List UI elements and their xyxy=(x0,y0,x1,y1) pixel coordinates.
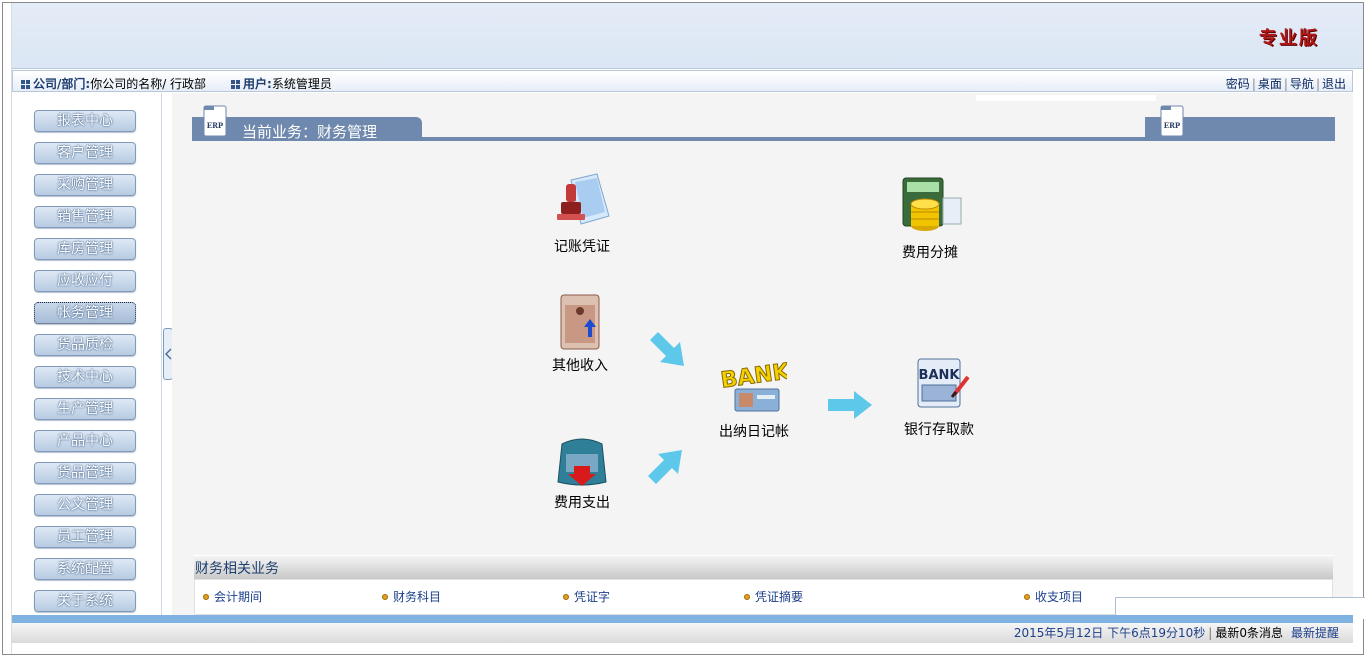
nav-link[interactable]: 导航 xyxy=(1290,77,1314,91)
sidebar-item-sales[interactable]: 销售管理 xyxy=(34,206,136,228)
left-edge xyxy=(3,3,12,654)
status-right: 2015年5月12日 下午6点19分10秒 | 最新0条消息 最新提醒 xyxy=(1014,624,1339,641)
sidebar-item-receivables[interactable]: 应收应付 xyxy=(34,270,136,292)
separator: | xyxy=(1251,77,1256,91)
company-value: 你公司的名称/ 行政部 xyxy=(90,77,207,91)
sidebar: 报表中心 客户管理 采购管理 销售管理 库房管理 应收应付 帐务管理 货品质检 … xyxy=(12,93,160,615)
sidebar-item-purchasing[interactable]: 采购管理 xyxy=(34,174,136,196)
main-panel xyxy=(172,93,1353,615)
sidebar-item-qc[interactable]: 货品质检 xyxy=(34,334,136,356)
related-header: 财务相关业务 xyxy=(194,555,1333,579)
separator: | xyxy=(1208,626,1213,640)
task-other-income[interactable]: 其他收入 xyxy=(547,293,613,375)
bullet-icon xyxy=(1024,594,1030,600)
latest-reminder-link[interactable]: 最新提醒 xyxy=(1291,626,1339,640)
company-label: 公司/部门: xyxy=(33,77,91,91)
sidebar-item-about[interactable]: 关于系统 xyxy=(34,590,136,612)
link-voucher-summary[interactable]: 凭证摘要 xyxy=(744,588,803,605)
status-messages[interactable]: 最新0条消息 xyxy=(1215,626,1283,640)
sidebar-item-staff[interactable]: 员工管理 xyxy=(34,526,136,548)
link-income-expense[interactable]: 收支项目 xyxy=(1024,588,1083,605)
arrow-up-right-icon xyxy=(648,450,682,484)
separator: | xyxy=(1315,77,1320,91)
task-voucher-label: 记账凭证 xyxy=(554,239,610,255)
page-title: 当前业务：财务管理 xyxy=(242,123,378,141)
money-bag-icon xyxy=(557,438,607,486)
bullet-icon xyxy=(382,594,388,600)
grid-icon xyxy=(231,80,240,89)
safe-box-icon xyxy=(560,294,600,350)
arrow-down-right-icon xyxy=(650,332,684,366)
task-voucher[interactable]: 记账凭证 xyxy=(548,172,616,256)
app-header: 专业版 xyxy=(12,3,1363,69)
coins-calculator-icon xyxy=(902,177,962,231)
task-expense-alloc-label: 费用分摊 xyxy=(902,245,958,261)
top-links: 密码 | 桌面 | 导航 | 退出 xyxy=(1226,75,1346,92)
link-finance-subjects[interactable]: 财务科目 xyxy=(382,588,441,605)
sidebar-item-accounts[interactable]: 帐务管理 xyxy=(34,302,136,324)
svg-text:ERP: ERP xyxy=(1164,121,1181,130)
erp-folder-icon: ERP xyxy=(1160,105,1184,137)
sidebar-item-documents[interactable]: 公文管理 xyxy=(34,494,136,516)
edition-logo: 专业版 xyxy=(1259,28,1319,49)
task-cash-journal-label: 出纳日记帐 xyxy=(719,424,789,440)
bullet-icon xyxy=(744,594,750,600)
password-link[interactable]: 密码 xyxy=(1226,77,1250,91)
sidebar-item-settings[interactable]: 系统配置 xyxy=(34,558,136,580)
task-expense-out[interactable]: 费用支出 xyxy=(548,432,616,512)
sidebar-item-warehouse[interactable]: 库房管理 xyxy=(34,238,136,260)
bullet-icon xyxy=(203,594,209,600)
related-title: 财务相关业务 xyxy=(195,561,279,577)
app-window: 专业版 公司/部门:你公司的名称/ 行政部 用户:系统管理员 密码 | 桌面 | 导航 |… xyxy=(0,0,1366,657)
chevron-left-icon xyxy=(165,348,172,360)
voucher-stamp-icon xyxy=(557,173,610,225)
bank-cash-icon: BANK xyxy=(719,359,793,412)
logout-link[interactable]: 退出 xyxy=(1322,77,1346,91)
user-label: 用户: xyxy=(243,77,272,91)
status-bar: 2015年5月12日 下午6点19分10秒 | 最新0条消息 最新提醒 xyxy=(12,623,1353,643)
arrow-right-icon xyxy=(828,391,872,419)
user-info: 用户:系统管理员 xyxy=(231,75,332,92)
bullet-icon xyxy=(563,594,569,600)
top-highlight xyxy=(976,95,1156,101)
user-value: 系统管理员 xyxy=(271,77,332,91)
sidebar-item-tech[interactable]: 技术中心 xyxy=(34,366,136,388)
sidebar-item-production[interactable]: 生产管理 xyxy=(34,398,136,420)
erp-folder-icon: ERP xyxy=(203,105,227,137)
sidebar-item-products[interactable]: 产品中心 xyxy=(34,430,136,452)
sidebar-item-goods[interactable]: 货品管理 xyxy=(34,462,136,484)
task-cash-journal[interactable]: BANK 出纳日记帐 xyxy=(715,355,793,441)
link-accounting-period[interactable]: 会计期间 xyxy=(203,588,262,605)
bank-passbook-icon: BANK xyxy=(917,358,970,408)
task-expense-alloc[interactable]: 费用分摊 xyxy=(895,176,965,262)
info-bar: 公司/部门:你公司的名称/ 行政部 用户:系统管理员 密码 | 桌面 | 导航 | 退出 xyxy=(12,70,1353,92)
status-datetime: 2015年5月12日 下午6点19分10秒 xyxy=(1013,626,1206,640)
svg-text:BANK: BANK xyxy=(919,368,961,383)
separator: | xyxy=(1283,77,1288,91)
svg-text:ERP: ERP xyxy=(207,121,224,130)
grid-icon xyxy=(21,80,30,89)
task-expense-out-label: 费用支出 xyxy=(554,495,610,511)
footer-stripe xyxy=(12,615,1353,623)
sidebar-item-customers[interactable]: 客户管理 xyxy=(34,142,136,164)
link-voucher-word[interactable]: 凭证字 xyxy=(563,588,610,605)
task-other-income-label: 其他收入 xyxy=(552,358,608,374)
sidebar-item-reports[interactable]: 报表中心 xyxy=(34,110,136,132)
desktop-link[interactable]: 桌面 xyxy=(1258,77,1282,91)
task-bank[interactable]: BANK 银行存取款 xyxy=(900,357,978,439)
task-bank-label: 银行存取款 xyxy=(904,422,974,438)
company-info: 公司/部门:你公司的名称/ 行政部 xyxy=(21,75,206,92)
